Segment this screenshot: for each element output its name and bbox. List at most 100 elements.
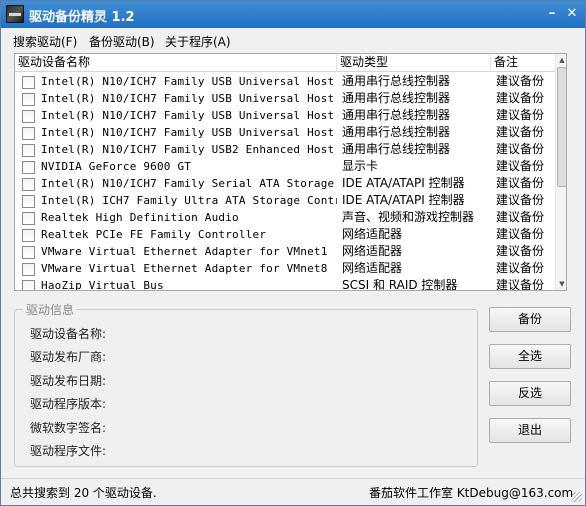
cell-device-name: Intel(R) N10/ICH7 Family USB Universal H…: [41, 75, 337, 88]
menu-about[interactable]: 关于程序(A): [165, 33, 231, 50]
cell-note: 建议备份: [496, 227, 545, 241]
cell-note: 建议备份: [496, 74, 545, 88]
close-button[interactable]: ✕: [563, 5, 581, 23]
cell-device-name: Realtek PCIe FE Family Controller: [41, 228, 267, 241]
cell-note: 建议备份: [496, 108, 545, 122]
status-device-count: 总共搜索到 20 个驱动设备.: [10, 486, 157, 500]
label-release-date: 驱动发布日期:: [30, 374, 107, 388]
cell-device-name: VMware Virtual Ethernet Adapter for VMne…: [41, 245, 328, 258]
menu-search-drivers[interactable]: 搜索驱动(F): [13, 33, 77, 50]
cell-driver-type: 声音、视频和游戏控制器: [342, 210, 475, 224]
cell-driver-type: 网络适配器: [342, 244, 403, 258]
table-row[interactable]: VMware Virtual Ethernet Adapter for VMne…: [15, 243, 555, 260]
status-bar: 总共搜索到 20 个驱动设备. 番茄软件工作室 KtDebug@163.com: [1, 478, 585, 505]
main-window: 驱动备份精灵 1.2 – ✕ 搜索驱动(F) 备份驱动(B) 关于程序(A) 驱…: [0, 0, 586, 506]
table-row[interactable]: Realtek PCIe FE Family Controller 网络适配器 建议…: [15, 226, 555, 243]
label-driver-files: 驱动程序文件:: [30, 444, 107, 458]
row-checkbox[interactable]: [22, 93, 35, 106]
title-bar[interactable]: 驱动备份精灵 1.2 – ✕: [1, 1, 585, 28]
cell-note: 建议备份: [496, 261, 545, 275]
table-row[interactable]: Intel(R) N10/ICH7 Family USB Universal H…: [15, 107, 555, 124]
table-row[interactable]: Intel(R) N10/ICH7 Family USB2 Enhanced H…: [15, 141, 555, 158]
column-header-driver-type[interactable]: 驱动类型: [337, 54, 491, 72]
cell-device-name: Intel(R) N10/ICH7 Family USB Universal H…: [41, 109, 337, 122]
table-row[interactable]: VMware Virtual Ethernet Adapter for VMne…: [15, 260, 555, 277]
row-checkbox[interactable]: [22, 144, 35, 157]
window-title: 驱动备份精灵 1.2: [29, 10, 135, 25]
label-device-name: 驱动设备名称:: [30, 327, 107, 341]
cell-driver-type: 网络适配器: [342, 261, 403, 275]
cell-driver-type: 通用串行总线控制器: [342, 108, 451, 122]
scroll-up-arrow-icon[interactable]: ▲: [556, 54, 566, 66]
list-rows: Intel(R) N10/ICH7 Family USB Universal H…: [15, 73, 555, 291]
cell-device-name: Intel(R) ICH7 Family Ultra ATA Storage C…: [41, 194, 337, 207]
column-header-device-name[interactable]: 驱动设备名称: [15, 54, 337, 72]
row-checkbox[interactable]: [22, 76, 35, 89]
row-checkbox[interactable]: [22, 212, 35, 225]
row-checkbox[interactable]: [22, 195, 35, 208]
row-checkbox[interactable]: [22, 161, 35, 174]
cell-note: 建议备份: [496, 244, 545, 258]
invert-selection-button[interactable]: 反选: [489, 381, 571, 406]
row-checkbox[interactable]: [22, 110, 35, 123]
cell-note: 建议备份: [496, 210, 545, 224]
cell-note: 建议备份: [496, 176, 545, 190]
table-row[interactable]: NVIDIA GeForce 9600 GT 显示卡 建议备份: [15, 158, 555, 175]
status-credits: 番茄软件工作室 KtDebug@163.com: [369, 486, 574, 500]
cell-device-name: HaoZip Virtual Bus: [41, 279, 164, 291]
cell-driver-type: 通用串行总线控制器: [342, 142, 451, 156]
cell-device-name: VMware Virtual Ethernet Adapter for VMne…: [41, 262, 328, 275]
row-checkbox[interactable]: [22, 178, 35, 191]
driver-list[interactable]: 驱动设备名称 驱动类型 备注 Intel(R) N10/ICH7 Family …: [14, 53, 567, 291]
exit-button[interactable]: 退出: [489, 418, 571, 443]
cell-device-name: NVIDIA GeForce 9600 GT: [41, 160, 192, 173]
cell-note: 建议备份: [496, 142, 545, 156]
menu-bar: 搜索驱动(F) 备份驱动(B) 关于程序(A): [1, 29, 585, 51]
cell-driver-type: 通用串行总线控制器: [342, 125, 451, 139]
cell-driver-type: IDE ATA/ATAPI 控制器: [342, 176, 465, 190]
select-all-button[interactable]: 全选: [489, 344, 571, 369]
row-checkbox[interactable]: [22, 263, 35, 276]
label-vendor: 驱动发布厂商:: [30, 350, 107, 364]
cell-note: 建议备份: [496, 278, 545, 291]
cell-driver-type: IDE ATA/ATAPI 控制器: [342, 193, 465, 207]
label-digital-signature: 微软数字签名:: [30, 421, 107, 435]
table-row[interactable]: Realtek High Definition Audio 声音、视频和游戏控制器…: [15, 209, 555, 226]
table-row[interactable]: Intel(R) N10/ICH7 Family USB Universal H…: [15, 124, 555, 141]
cell-note: 建议备份: [496, 91, 545, 105]
table-row[interactable]: Intel(R) N10/ICH7 Family USB Universal H…: [15, 73, 555, 90]
scroll-down-arrow-icon[interactable]: ▼: [556, 278, 566, 290]
cell-device-name: Intel(R) N10/ICH7 Family Serial ATA Stor…: [41, 177, 337, 190]
cell-device-name: Intel(R) N10/ICH7 Family USB2 Enhanced H…: [41, 143, 337, 156]
row-checkbox[interactable]: [22, 246, 35, 259]
row-checkbox[interactable]: [22, 280, 35, 290]
cell-driver-type: 通用串行总线控制器: [342, 91, 451, 105]
resize-grip-icon[interactable]: [572, 492, 582, 502]
cell-note: 建议备份: [496, 125, 545, 139]
table-row[interactable]: Intel(R) N10/ICH7 Family USB Universal H…: [15, 90, 555, 107]
cell-driver-type: SCSI 和 RAID 控制器: [342, 278, 458, 291]
cell-driver-type: 显示卡: [342, 159, 379, 173]
table-row[interactable]: Intel(R) ICH7 Family Ultra ATA Storage C…: [15, 192, 555, 209]
driver-info-title: 驱动信息: [23, 301, 78, 318]
cell-note: 建议备份: [496, 159, 545, 173]
list-header: 驱动设备名称 驱动类型 备注: [15, 54, 555, 72]
row-checkbox[interactable]: [22, 127, 35, 140]
column-header-note[interactable]: 备注: [491, 54, 555, 72]
film-slate-icon: [6, 5, 24, 23]
table-row[interactable]: HaoZip Virtual Bus SCSI 和 RAID 控制器 建议备份: [15, 277, 555, 291]
row-checkbox[interactable]: [22, 229, 35, 242]
menu-backup-drivers[interactable]: 备份驱动(B): [89, 33, 155, 50]
cell-device-name: Realtek High Definition Audio: [41, 211, 239, 224]
cell-device-name: Intel(R) N10/ICH7 Family USB Universal H…: [41, 126, 337, 139]
cell-device-name: Intel(R) N10/ICH7 Family USB Universal H…: [41, 92, 337, 105]
cell-driver-type: 通用串行总线控制器: [342, 74, 451, 88]
cell-note: 建议备份: [496, 193, 545, 207]
vertical-scrollbar[interactable]: ▲ ▼: [555, 54, 566, 290]
minimize-button[interactable]: –: [543, 5, 561, 23]
backup-button[interactable]: 备份: [489, 307, 571, 332]
table-row[interactable]: Intel(R) N10/ICH7 Family Serial ATA Stor…: [15, 175, 555, 192]
label-driver-version: 驱动程序版本:: [30, 397, 107, 411]
cell-driver-type: 网络适配器: [342, 227, 403, 241]
scrollbar-thumb[interactable]: [557, 67, 566, 187]
